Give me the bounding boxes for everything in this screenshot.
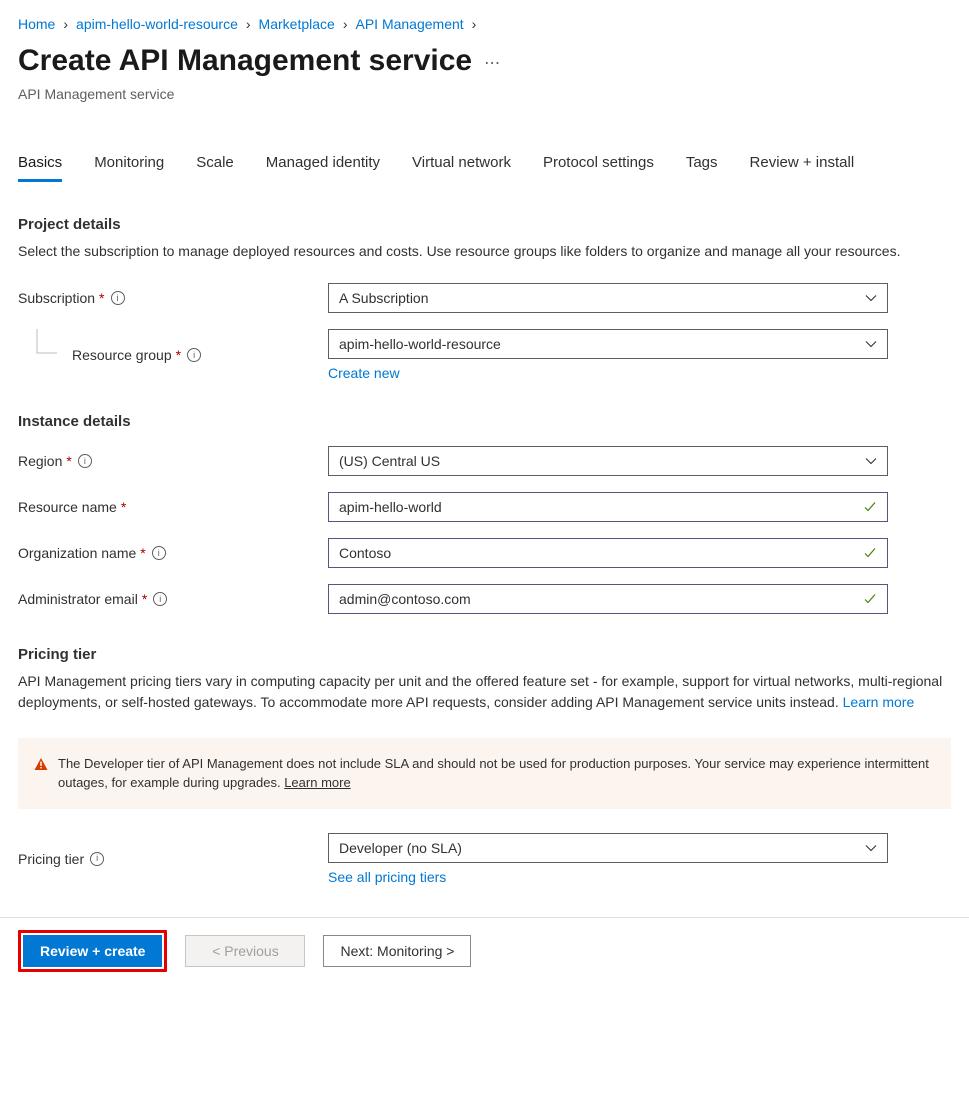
required-icon: * [176,347,181,363]
admin-email-value: admin@contoso.com [339,591,471,607]
checkmark-icon [863,546,877,560]
chevron-right-icon: › [246,16,251,32]
info-icon[interactable]: i [111,291,125,305]
pricing-tier-select[interactable]: Developer (no SLA) [328,833,888,863]
tab-review-install[interactable]: Review + install [750,146,855,182]
chevron-down-icon [865,842,877,854]
chevron-down-icon [865,338,877,350]
page-title: Create API Management service [18,44,472,78]
highlight-box: Review + create [18,930,167,972]
tab-monitoring[interactable]: Monitoring [94,146,164,182]
required-icon: * [66,453,71,469]
tabs: Basics Monitoring Scale Managed identity… [0,146,969,182]
required-icon: * [142,591,147,607]
chevron-right-icon: › [472,16,477,32]
warning-learn-more-link[interactable]: Learn more [284,775,350,790]
chevron-right-icon: › [63,16,68,32]
warning-text: The Developer tier of API Management doe… [58,754,935,793]
chevron-down-icon [865,455,877,467]
pricing-tier-label: Pricing tier i [18,851,328,867]
see-all-pricing-link[interactable]: See all pricing tiers [328,869,446,885]
breadcrumb-item[interactable]: Marketplace [259,16,335,32]
region-label: Region * i [18,453,328,469]
create-new-link[interactable]: Create new [328,365,400,381]
breadcrumb-home[interactable]: Home [18,16,55,32]
pricing-tier-desc: API Management pricing tiers vary in com… [18,671,951,712]
org-name-input[interactable]: Contoso [328,538,888,568]
breadcrumb: Home › apim-hello-world-resource › Marke… [0,0,969,40]
required-icon: * [121,499,126,515]
footer-bar: Review + create < Previous Next: Monitor… [0,917,969,984]
tree-elbow-icon [36,329,58,363]
chevron-down-icon [865,292,877,304]
warning-box: The Developer tier of API Management doe… [18,738,951,809]
page-subtitle: API Management service [0,86,969,126]
checkmark-icon [863,592,877,606]
learn-more-link[interactable]: Learn more [843,694,915,710]
tab-tags[interactable]: Tags [686,146,718,182]
info-icon[interactable]: i [187,348,201,362]
page-header: Create API Management service ⋯ [0,40,969,86]
breadcrumb-item[interactable]: API Management [355,16,463,32]
tab-basics[interactable]: Basics [18,146,62,182]
admin-email-input[interactable]: admin@contoso.com [328,584,888,614]
previous-button: < Previous [185,935,305,967]
resource-group-value: apim-hello-world-resource [339,336,501,352]
project-details-heading: Project details [18,216,951,233]
resource-group-select[interactable]: apim-hello-world-resource [328,329,888,359]
tab-virtual-network[interactable]: Virtual network [412,146,511,182]
breadcrumb-item[interactable]: apim-hello-world-resource [76,16,238,32]
instance-details-heading: Instance details [18,413,951,430]
chevron-right-icon: › [343,16,348,32]
info-icon[interactable]: i [90,852,104,866]
required-icon: * [140,545,145,561]
project-details-desc: Select the subscription to manage deploy… [18,241,951,261]
info-icon[interactable]: i [152,546,166,560]
org-name-label: Organization name * i [18,545,328,561]
info-icon[interactable]: i [78,454,92,468]
resource-group-label: Resource group * i [18,347,328,363]
more-menu-icon[interactable]: ⋯ [484,53,501,73]
warning-icon [34,756,48,793]
subscription-select[interactable]: A Subscription [328,283,888,313]
checkmark-icon [863,500,877,514]
region-value: (US) Central US [339,453,440,469]
org-name-value: Contoso [339,545,391,561]
region-select[interactable]: (US) Central US [328,446,888,476]
next-button[interactable]: Next: Monitoring > [323,935,471,967]
resource-name-input[interactable]: apim-hello-world [328,492,888,522]
info-icon[interactable]: i [153,592,167,606]
resource-name-value: apim-hello-world [339,499,442,515]
pricing-tier-value: Developer (no SLA) [339,840,462,856]
main-form: Project details Select the subscription … [0,202,969,907]
resource-name-label: Resource name * [18,499,328,515]
tab-scale[interactable]: Scale [196,146,234,182]
admin-email-label: Administrator email * i [18,591,328,607]
subscription-label: Subscription * i [18,290,328,306]
required-icon: * [99,290,104,306]
tab-protocol-settings[interactable]: Protocol settings [543,146,654,182]
tab-managed-identity[interactable]: Managed identity [266,146,380,182]
pricing-tier-heading: Pricing tier [18,646,951,663]
review-create-button[interactable]: Review + create [23,935,162,967]
subscription-value: A Subscription [339,290,429,306]
